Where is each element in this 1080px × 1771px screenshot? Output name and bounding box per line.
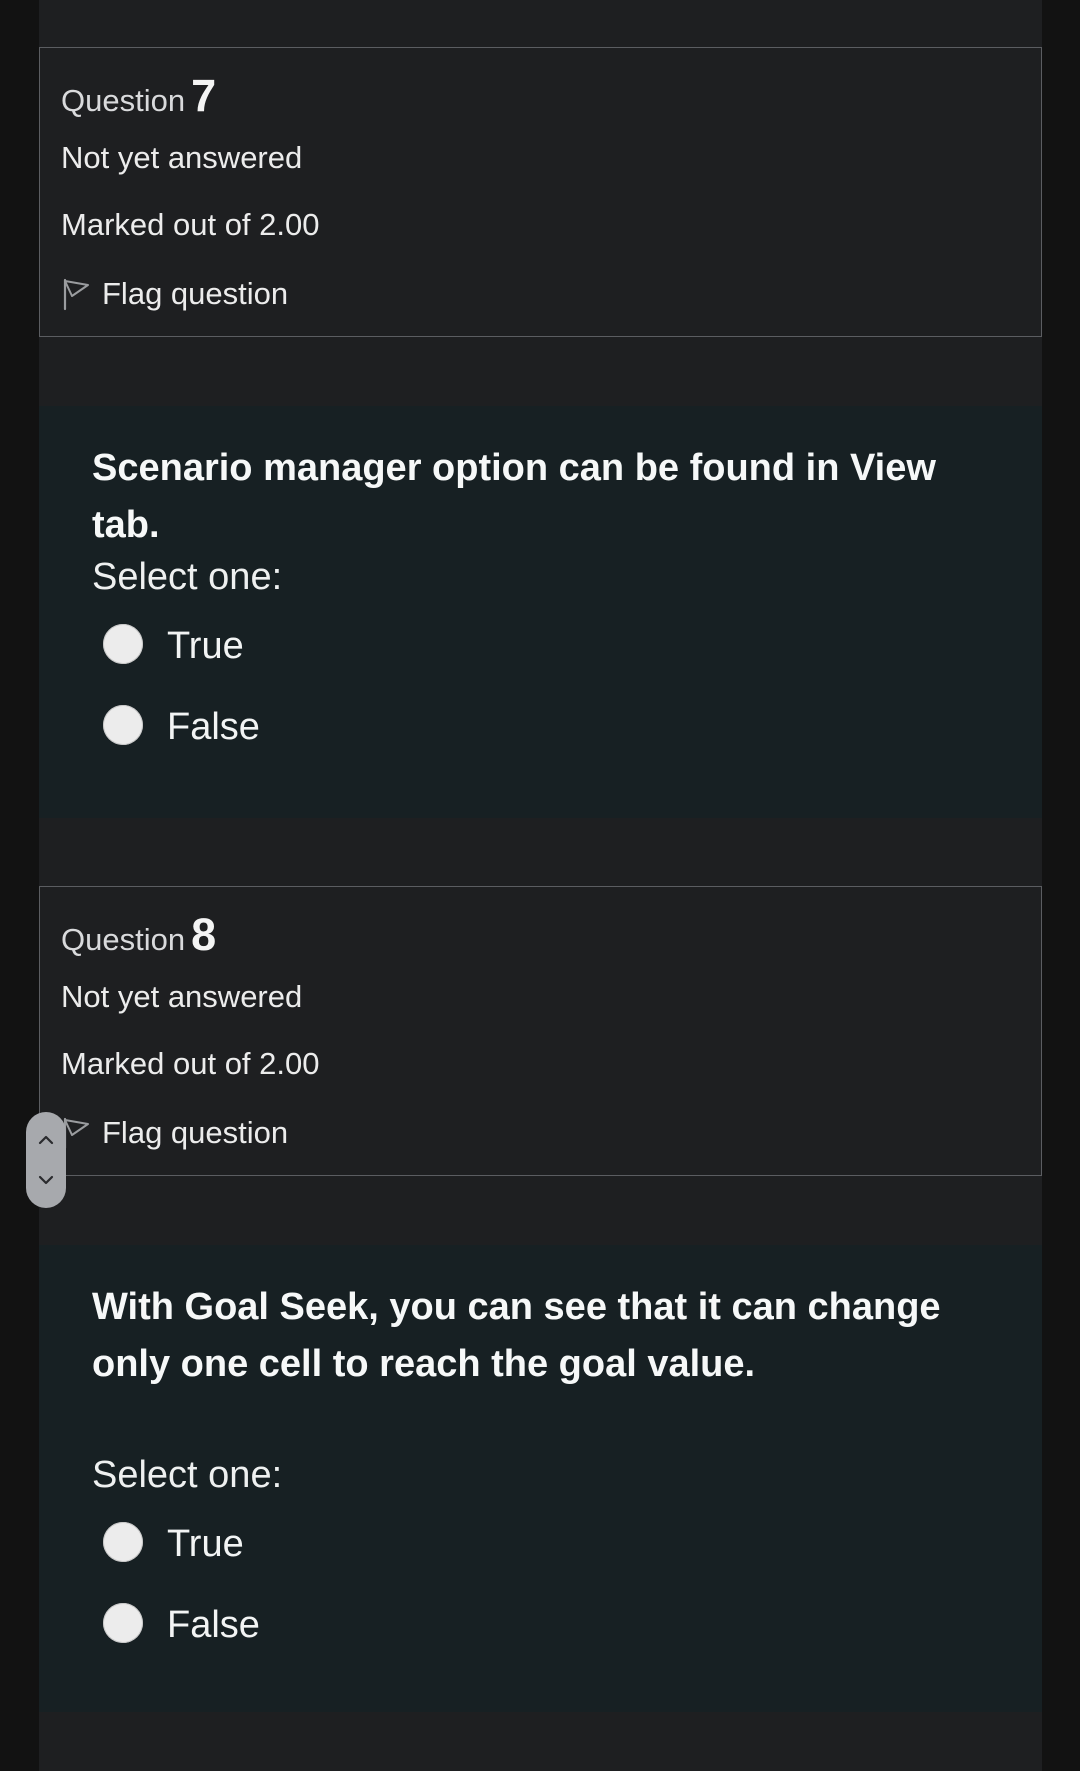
question-text: Scenario manager option can be found in …: [92, 447, 936, 546]
question-number: Question 7: [61, 70, 216, 122]
question-label: Question: [61, 922, 186, 957]
question-grade: Marked out of 2.00: [61, 207, 320, 242]
radio-button[interactable]: [103, 624, 143, 664]
radio-button[interactable]: [103, 705, 143, 745]
answer-options: True False: [103, 622, 260, 784]
flag-question-label: Flag question: [102, 276, 289, 311]
radio-button[interactable]: [103, 1522, 143, 1562]
question-7-content: Scenario manager option can be found in …: [39, 406, 1042, 818]
flag-question-button[interactable]: Flag question: [61, 1113, 288, 1153]
question-number: Question 8: [61, 909, 216, 961]
answer-label: False: [167, 706, 260, 748]
flag-question-button[interactable]: Flag question: [61, 274, 288, 314]
question-grade: Marked out of 2.00: [61, 1046, 320, 1081]
flag-question-label: Flag question: [102, 1115, 289, 1150]
answer-option-true[interactable]: True: [103, 1520, 260, 1601]
answer-label: True: [167, 625, 244, 667]
scroll-navigator[interactable]: [26, 1112, 66, 1208]
answer-options: True False: [103, 1520, 260, 1682]
answer-label: False: [167, 1604, 260, 1646]
select-one-prompt: Select one:: [92, 1454, 283, 1496]
answer-option-false[interactable]: False: [103, 1601, 260, 1682]
question-label: Question: [61, 83, 186, 118]
question-state: Not yet answered: [61, 140, 303, 175]
radio-button[interactable]: [103, 1603, 143, 1643]
answer-option-true[interactable]: True: [103, 622, 260, 703]
answer-option-false[interactable]: False: [103, 703, 260, 784]
question-number-value: 7: [191, 70, 217, 121]
question-text: With Goal Seek, you can see that it can …: [92, 1286, 941, 1385]
question-8-info: Question 8 Not yet answered Marked out of…: [39, 886, 1042, 1176]
question-8-content: With Goal Seek, you can see that it can …: [39, 1245, 1042, 1712]
answer-label: True: [167, 1523, 244, 1565]
question-7-info: Question 7 Not yet answered Marked out of…: [39, 47, 1042, 337]
question-number-value: 8: [191, 909, 217, 960]
question-state: Not yet answered: [61, 979, 303, 1014]
select-one-prompt: Select one:: [92, 556, 283, 598]
flag-icon: [61, 277, 91, 311]
quiz-page: Question 7 Not yet answered Marked out of…: [39, 0, 1042, 1771]
